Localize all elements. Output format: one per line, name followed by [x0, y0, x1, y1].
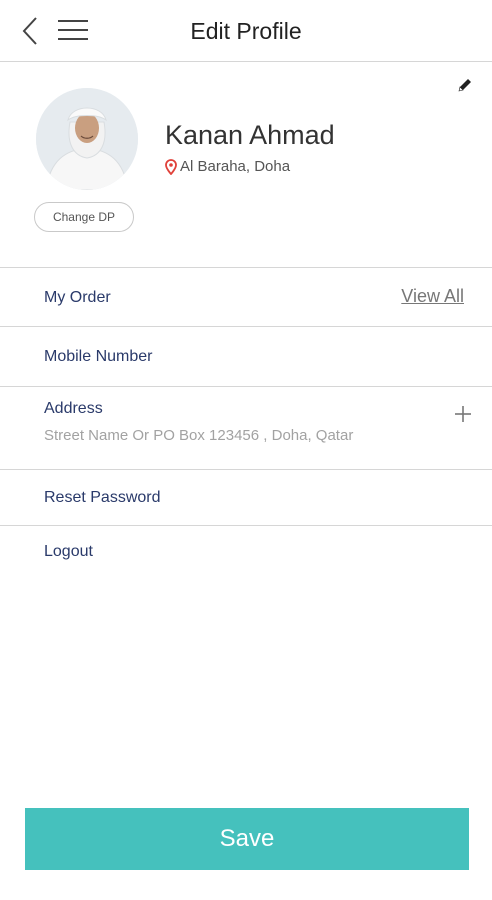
- location-text: Al Baraha, Doha: [180, 158, 291, 175]
- my-order-row[interactable]: My Order View All: [0, 268, 492, 327]
- my-order-label: My Order: [44, 289, 111, 306]
- address-label: Address: [44, 400, 103, 417]
- page-title: Edit Profile: [190, 18, 302, 44]
- reset-password-label: Reset Password: [44, 489, 161, 506]
- save-button[interactable]: Save: [25, 808, 469, 870]
- mobile-number-label: Mobile Number: [44, 348, 153, 365]
- map-pin-icon: [165, 158, 177, 175]
- reset-password-row[interactable]: Reset Password: [0, 470, 492, 526]
- view-all-link[interactable]: View All: [401, 286, 464, 307]
- logout-button[interactable]: Logout: [44, 543, 93, 561]
- profile-location: Al Baraha, Doha: [165, 158, 290, 175]
- avatar: [36, 88, 138, 190]
- address-row[interactable]: Address Street Name Or PO Box 123456 , D…: [0, 387, 492, 470]
- profile-section: Change DP Kanan Ahmad Al Baraha, Doha: [0, 62, 492, 268]
- app-header: Edit Profile: [0, 0, 492, 62]
- change-dp-button[interactable]: Change DP: [34, 202, 134, 232]
- profile-name: Kanan Ahmad: [165, 120, 335, 150]
- plus-icon[interactable]: [454, 405, 472, 423]
- address-value: Street Name Or PO Box 123456 , Doha, Qat…: [44, 427, 354, 444]
- pencil-icon[interactable]: [456, 76, 474, 94]
- mobile-number-row[interactable]: Mobile Number: [0, 327, 492, 387]
